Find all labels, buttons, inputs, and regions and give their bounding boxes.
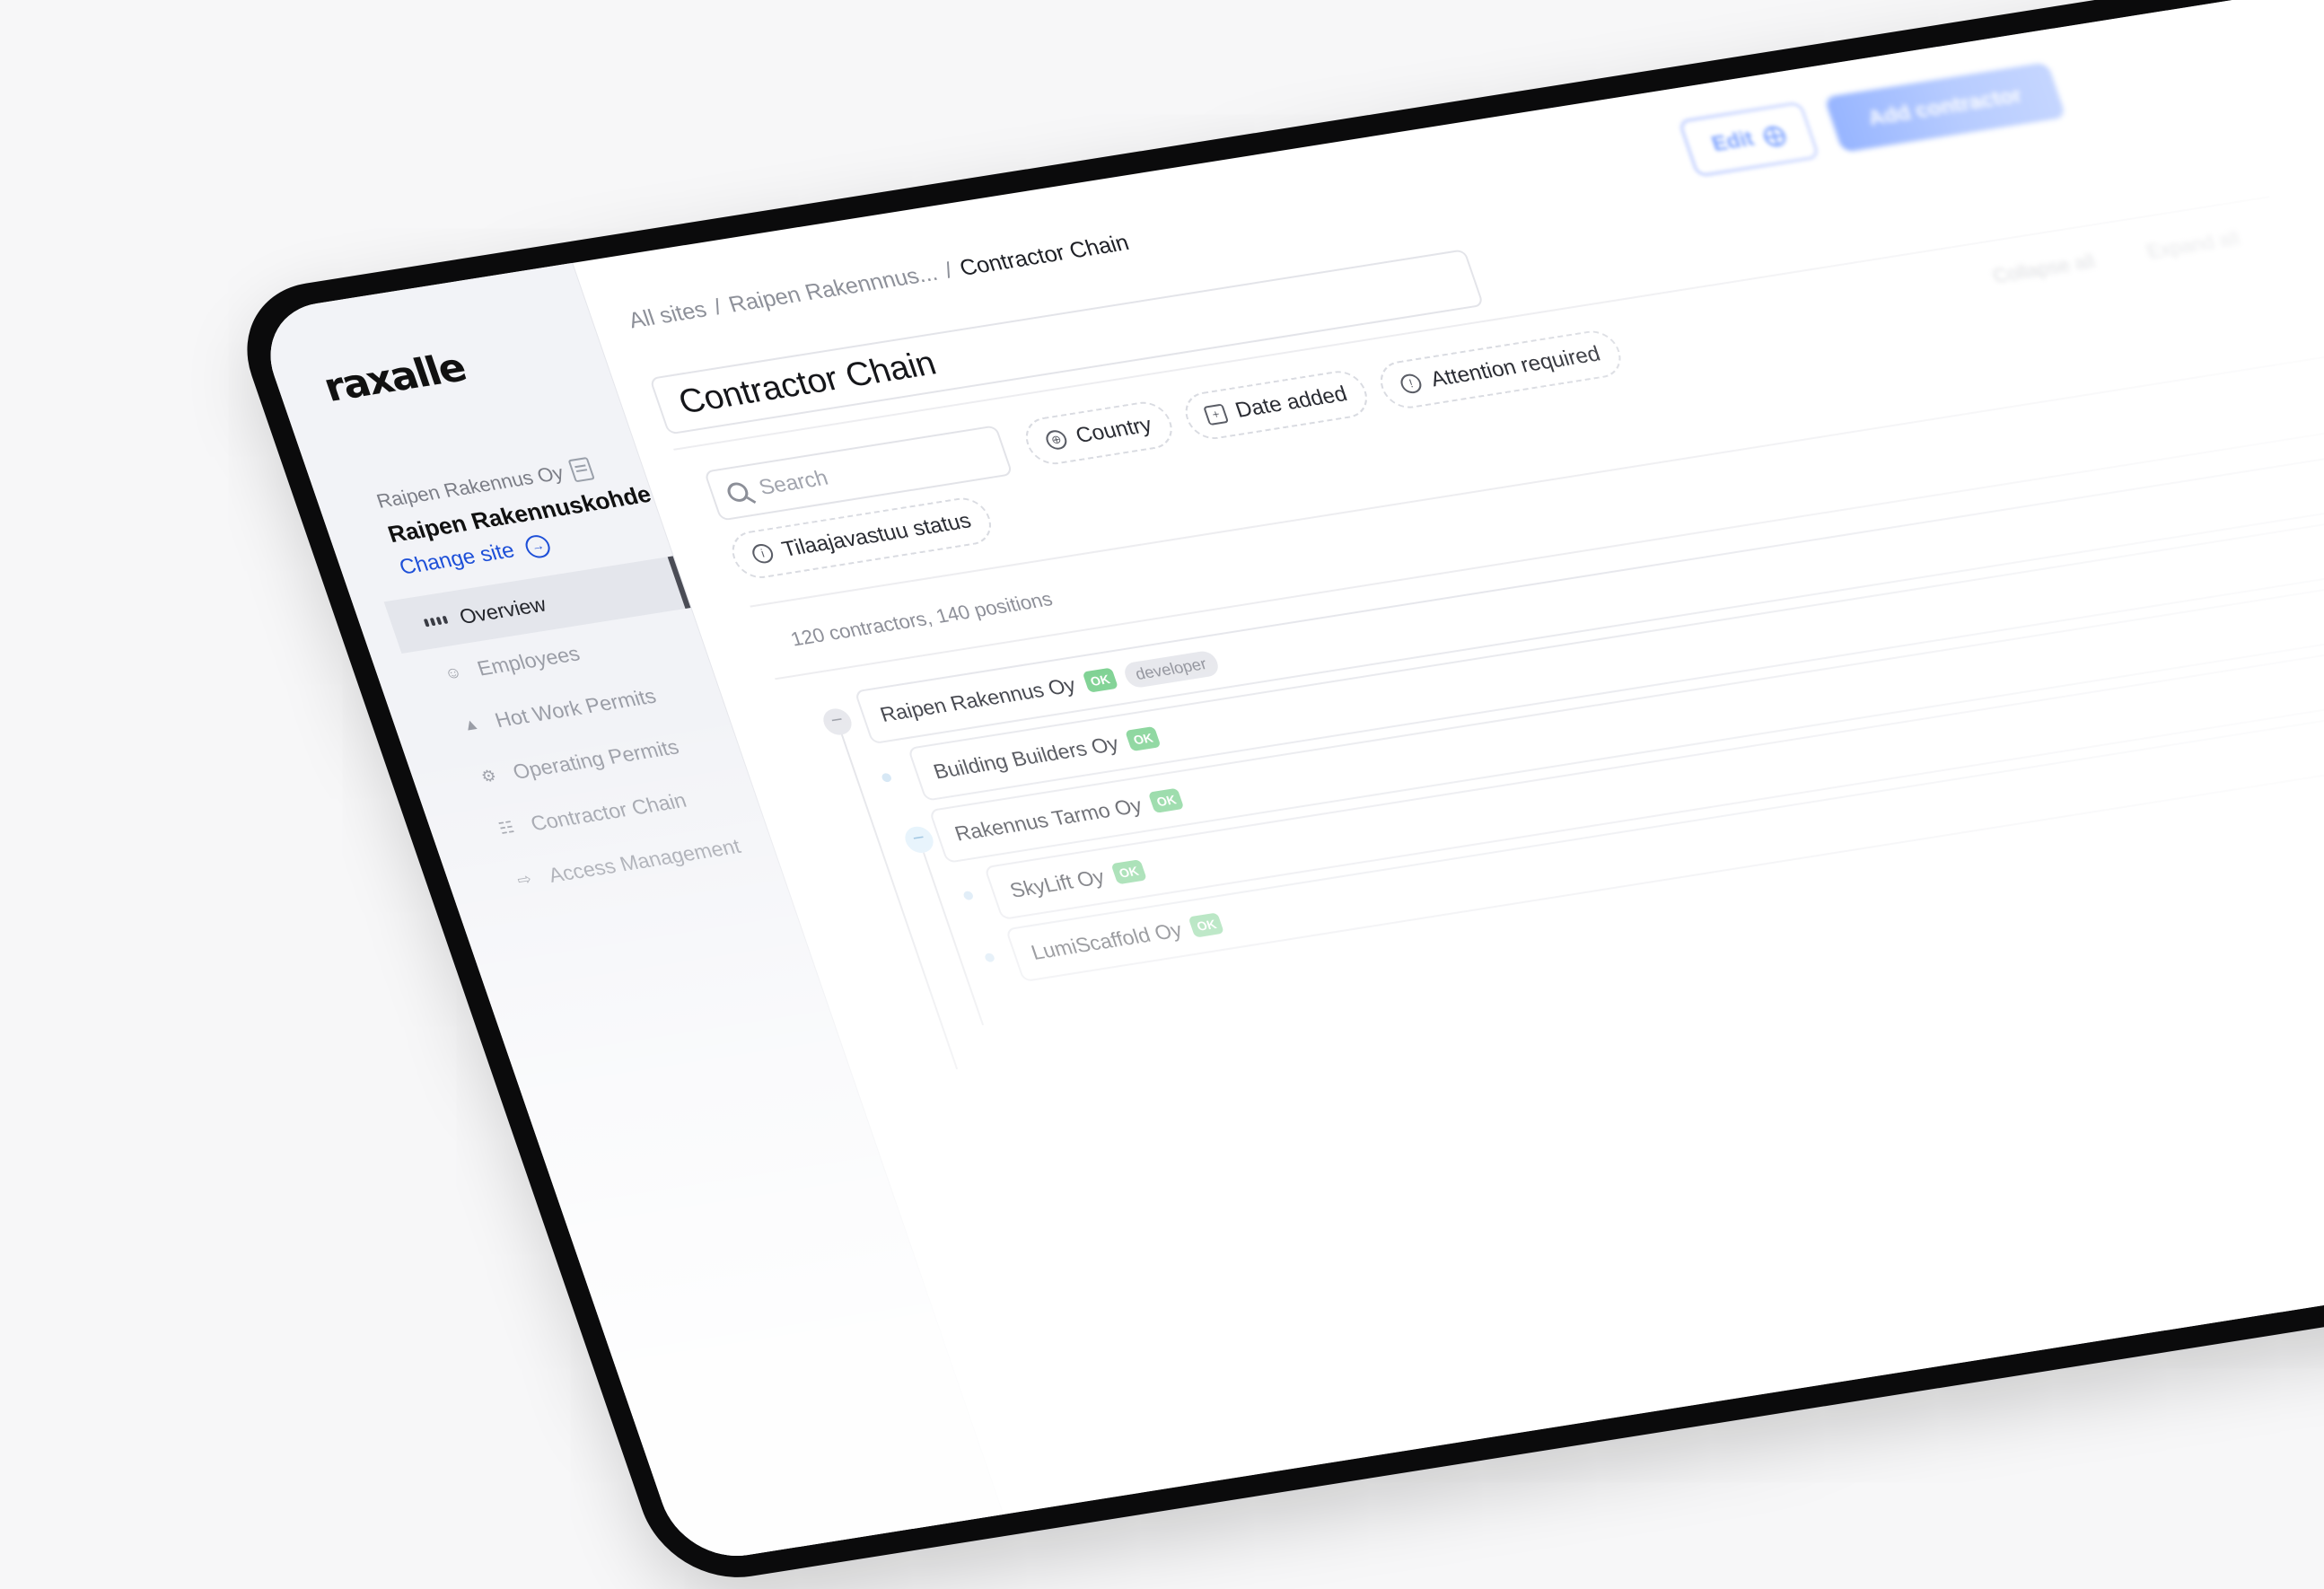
- collapse-toggle[interactable]: −: [820, 707, 855, 737]
- globe-icon: ⊕: [1043, 428, 1070, 452]
- collapse-toggle[interactable]: −: [901, 824, 937, 856]
- status-badge: OK: [1188, 912, 1225, 938]
- edit-button[interactable]: Edit ⨁: [1677, 101, 1820, 178]
- alert-icon: !: [1398, 373, 1425, 395]
- tablet-frame: raxalle Raipen Rakennus Oy Raipen Rakenn…: [224, 0, 2324, 1589]
- header-actions: Edit ⨁ Add contractor: [1677, 62, 2067, 178]
- breadcrumb-all-sites[interactable]: All sites: [626, 297, 711, 334]
- breadcrumb-separator: /: [941, 258, 956, 284]
- status-badge: OK: [1110, 859, 1147, 885]
- search-input[interactable]: [753, 442, 979, 503]
- collapse-all-button[interactable]: Collapse all: [1990, 250, 2099, 288]
- search-icon: [724, 480, 751, 504]
- filter-country[interactable]: ⊕ Country: [1019, 398, 1180, 469]
- filter-date-added[interactable]: + Date added: [1179, 367, 1374, 443]
- info-icon: i: [750, 542, 776, 565]
- hierarchy-icon: ☷: [495, 817, 517, 838]
- tree-node-dot: [983, 953, 996, 963]
- flame-icon: ▲: [460, 714, 482, 734]
- building-icon: [567, 456, 596, 483]
- status-badge: OK: [1082, 667, 1118, 693]
- arrow-right-icon: →: [522, 533, 554, 560]
- role-badge: developer: [1120, 649, 1222, 689]
- brand-logo: raxalle: [318, 345, 471, 411]
- breadcrumb-separator: /: [710, 294, 725, 320]
- expand-all-button[interactable]: Expand all: [2144, 227, 2242, 264]
- app-screen: raxalle Raipen Rakennus Oy Raipen Rakenn…: [252, 0, 2324, 1566]
- users-icon: ☺: [442, 662, 464, 682]
- breadcrumb-current: Contractor Chain: [956, 230, 1133, 281]
- login-icon: ⇨: [514, 869, 534, 890]
- plus-icon: ⨁: [1759, 121, 1789, 149]
- grid-icon: [421, 609, 450, 633]
- breadcrumb-site[interactable]: Raipen Rakennnus...: [725, 260, 941, 318]
- page-title: Contractor Chain: [673, 344, 942, 421]
- divider: [673, 196, 2270, 451]
- filter-attention-required[interactable]: ! Attention required: [1373, 327, 1627, 412]
- tree-node-dot: [881, 772, 893, 783]
- add-contractor-button[interactable]: Add contractor: [1823, 62, 2066, 153]
- tree-node-dot: [962, 890, 975, 901]
- calendar-icon: +: [1203, 403, 1230, 426]
- status-badge: OK: [1125, 725, 1162, 752]
- forklift-icon: ⚙: [478, 766, 499, 786]
- status-badge: OK: [1148, 787, 1185, 813]
